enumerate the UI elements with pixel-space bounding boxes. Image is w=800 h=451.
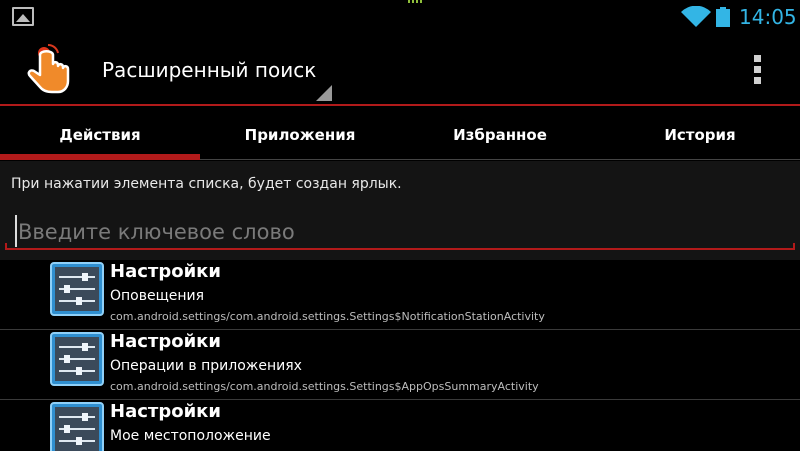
item-title: Настройки (110, 331, 222, 352)
app-title[interactable]: Расширенный поиск (102, 58, 316, 82)
tab-favorites[interactable]: Избранное (400, 108, 600, 160)
hint-text: При нажатии элемента списка, будет созда… (11, 176, 402, 192)
battery-icon (716, 7, 730, 27)
activity-indicator (408, 0, 422, 3)
status-time: 14:05 (739, 5, 797, 29)
tab-actions[interactable]: Действия (0, 108, 200, 160)
list-item[interactable]: Настройки Оповещения com.android.setting… (0, 260, 800, 330)
hint-panel: При нажатии элемента списка, будет созда… (0, 161, 800, 201)
item-subtitle: Операции в приложениях (110, 358, 302, 374)
overflow-menu-icon[interactable] (750, 55, 764, 87)
results-list: Настройки Оповещения com.android.setting… (0, 260, 800, 451)
item-subtitle: Мое местоположение (110, 428, 271, 444)
tab-bar: Действия Приложения Избранное История (0, 108, 800, 160)
item-subtitle: Оповещения (110, 288, 205, 304)
gallery-notification-icon (12, 7, 34, 26)
text-cursor (15, 215, 17, 247)
settings-icon (50, 262, 104, 316)
list-item[interactable]: Настройки Операции в приложениях com.and… (0, 330, 800, 400)
settings-icon (50, 402, 104, 451)
search-underline (5, 243, 795, 250)
tab-apps[interactable]: Приложения (200, 108, 400, 160)
spinner-indicator-icon[interactable] (316, 85, 332, 101)
tab-history[interactable]: История (600, 108, 800, 160)
status-bar: 14:05 (0, 0, 800, 33)
wifi-icon (681, 6, 711, 27)
item-package: com.android.settings/com.android.setting… (110, 310, 545, 323)
item-title: Настройки (110, 261, 222, 282)
item-package: com.android.settings/com.android.setting… (110, 380, 539, 393)
list-item[interactable]: Настройки Мое местоположение (0, 400, 800, 451)
keyword-search-input[interactable] (8, 213, 796, 251)
action-bar: Расширенный поиск (0, 33, 800, 106)
settings-icon (50, 332, 104, 386)
tap-hand-icon[interactable] (18, 41, 74, 97)
search-container (0, 201, 800, 260)
item-title: Настройки (110, 401, 222, 422)
